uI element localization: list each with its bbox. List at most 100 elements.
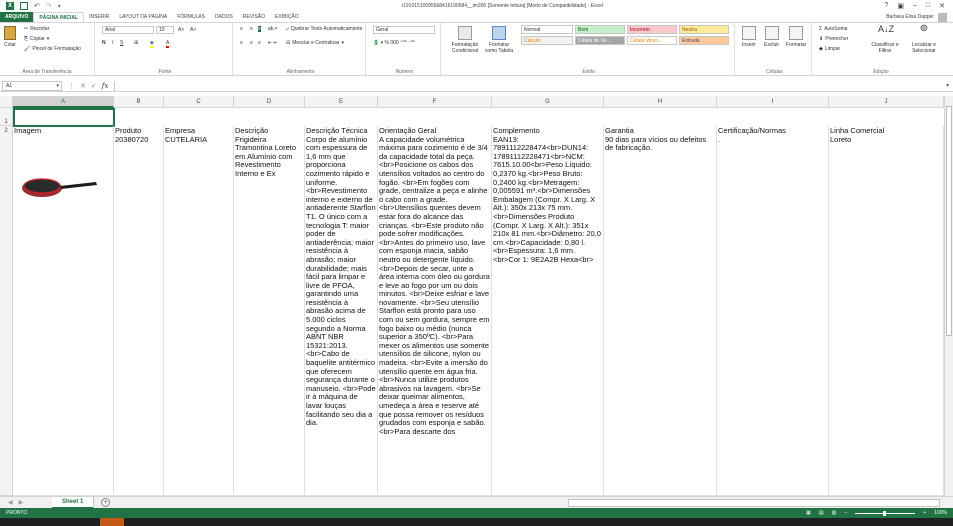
undo-icon[interactable]: ↶ [34, 2, 40, 10]
style-neutral[interactable]: Neutra [679, 25, 729, 34]
merge-center-button[interactable]: ⊟ Mesclar e Centralizar ▾ [286, 40, 344, 46]
sheet-tab-sheet1[interactable]: Sheet 1 [52, 496, 94, 509]
style-linked-cell[interactable]: Célula Vinco... [627, 36, 677, 45]
vertical-scroll-thumb[interactable] [946, 106, 952, 336]
cell-h2[interactable]: Garantia 90 dias para vícios ou defeitos… [604, 126, 717, 496]
tab-formulas[interactable]: FÓRMULAS [172, 12, 210, 22]
zoom-out-icon[interactable]: − [844, 510, 847, 516]
zoom-level[interactable]: 100% [934, 510, 947, 516]
help-icon[interactable]: ? [884, 2, 888, 10]
fill-color-button[interactable]: ◈ [150, 40, 154, 48]
close-button[interactable]: ✕ [939, 2, 945, 10]
align-bottom-button[interactable]: ≡ [258, 26, 261, 32]
conditional-format-button[interactable]: Formatação Condicional [447, 26, 483, 54]
copy-button[interactable]: ⎘ Copiar ▾ [24, 36, 49, 42]
normal-view-icon[interactable]: ▦ [806, 510, 811, 516]
wrap-text-button[interactable]: ⤶ Quebrar Texto Automaticamente [286, 26, 362, 32]
zoom-slider-knob[interactable] [883, 510, 887, 516]
column-header-a[interactable]: A [13, 96, 114, 108]
column-header-j[interactable]: J [829, 96, 944, 108]
horizontal-scrollbar[interactable] [568, 499, 940, 507]
enter-icon[interactable]: ✓ [91, 82, 97, 90]
align-top-button[interactable]: ≡ [240, 26, 243, 32]
column-header-d[interactable]: D [234, 96, 305, 108]
delete-cells-button[interactable]: Excluir [764, 26, 779, 48]
frying-pan-image[interactable] [20, 174, 100, 204]
next-sheet-icon[interactable]: ▶ [19, 499, 24, 506]
expand-formula-icon[interactable]: ▾ [942, 82, 953, 89]
worksheet-grid[interactable]: A B C D E F G H I J 1 2 Imagem Produto 2… [0, 96, 944, 496]
prev-sheet-icon[interactable]: ◀ [8, 499, 13, 506]
font-color-button[interactable]: A [166, 40, 170, 48]
column-header-b[interactable]: B [114, 96, 164, 108]
minimize-button[interactable]: – [913, 2, 917, 10]
column-header-f[interactable]: F [378, 96, 492, 108]
number-format-buttons[interactable]: 💲 ▾ % 000 ⁺⁰⁰ ⁻⁰⁰ [373, 40, 415, 46]
cell-d2[interactable]: Descrição Frigideira Tramontina Loreto e… [234, 126, 305, 496]
cell-g2[interactable]: Complemento EAN13: 7891112228474<br>DUN1… [492, 126, 604, 496]
cell-f2[interactable]: Orientação Geral A capacidade volumétric… [378, 126, 492, 496]
underline-button[interactable]: S [120, 40, 123, 46]
autosum-button[interactable]: Σ AutoSoma [819, 26, 847, 32]
tab-home[interactable]: PÁGINA INICIAL [33, 12, 85, 22]
maximize-button[interactable]: □ [926, 2, 930, 10]
cut-button[interactable]: ✂ Recortar [24, 26, 49, 32]
insert-cells-button[interactable]: Inserir [742, 26, 756, 48]
column-header-e[interactable]: E [305, 96, 378, 108]
column-header-g[interactable]: G [492, 96, 604, 108]
cancel-icon[interactable]: ✕ [80, 82, 86, 90]
sort-filter-button[interactable]: A↓Z Classificar e Filtrar [867, 25, 903, 55]
number-format-select[interactable]: Geral [373, 26, 435, 34]
format-cells-button[interactable]: Formatar [786, 26, 806, 48]
cell-b2[interactable]: Produto 20380720 [114, 126, 164, 496]
clear-button[interactable]: ◆ Limpar [819, 46, 840, 52]
ribbon-display-icon[interactable]: ▣ [897, 2, 904, 10]
tab-insert[interactable]: INSERIR [84, 12, 114, 22]
font-name-select[interactable]: Arial [102, 26, 154, 34]
redo-icon[interactable]: ↷ [46, 2, 52, 10]
font-grow-button[interactable]: A˄ [178, 27, 184, 33]
tab-page-layout[interactable]: LAYOUT DA PÁGINA [114, 12, 172, 22]
column-header-c[interactable]: C [164, 96, 234, 108]
column-header-h[interactable]: H [604, 96, 717, 108]
align-right-button[interactable]: ≡ [258, 40, 261, 46]
select-all-corner[interactable] [0, 96, 13, 108]
taskbar-app-item[interactable] [100, 518, 124, 526]
zoom-in-icon[interactable]: + [923, 510, 926, 516]
name-box[interactable]: A1 ▾ [2, 80, 62, 91]
cell-c2[interactable]: Empresa CUTELARIA [164, 126, 234, 496]
tab-view[interactable]: EXIBIÇÃO [270, 12, 304, 22]
formula-input[interactable] [114, 80, 942, 91]
style-normal[interactable]: Normal [521, 25, 573, 34]
align-left-button[interactable]: ≡ [240, 40, 243, 46]
tab-file[interactable]: ARQUIVO [0, 12, 34, 22]
customize-qat-icon[interactable]: ▾ [58, 3, 61, 10]
bold-button[interactable]: N [102, 40, 106, 46]
font-shrink-button[interactable]: A˅ [190, 27, 196, 33]
style-bad[interactable]: Incorreto [627, 25, 677, 34]
page-layout-view-icon[interactable]: ▤ [819, 510, 824, 516]
insert-function-button[interactable]: fx [102, 82, 109, 90]
align-middle-button[interactable]: ≡ [250, 26, 253, 32]
format-painter-button[interactable]: 🖌 Pincel de Formatação [24, 46, 81, 52]
font-size-select[interactable]: 10 [156, 26, 174, 34]
align-center-button[interactable]: ≡ [250, 40, 253, 46]
column-header-i[interactable]: I [717, 96, 829, 108]
find-select-button[interactable]: ⊚ Localizar e Selecionar [905, 24, 943, 55]
indent-button[interactable]: ⇤⇥ [268, 40, 276, 46]
style-input[interactable]: Entrada [679, 36, 729, 45]
style-check-cell[interactable]: Célula de Ve... [575, 36, 625, 45]
style-calculation[interactable]: Cálculo [521, 36, 573, 45]
cell-i2[interactable]: Certificação/Normas . [717, 126, 829, 496]
user-account[interactable]: Barbara Elisa Dapper [886, 12, 953, 22]
italic-button[interactable]: I [112, 40, 113, 46]
cell-j2[interactable]: Linha Comercial Loreto [829, 126, 944, 496]
fill-button[interactable]: ⬇ Preencher [819, 36, 848, 42]
vertical-scrollbar[interactable] [944, 96, 953, 496]
borders-button[interactable]: ⊞ [134, 40, 138, 46]
format-as-table-button[interactable]: Formatar como Tabela [483, 26, 515, 54]
row-header-2[interactable]: 2 [0, 126, 13, 496]
paste-button[interactable]: Colar [4, 26, 16, 48]
row-header-1[interactable]: 1 [0, 108, 13, 126]
tab-review[interactable]: REVISÃO [238, 12, 270, 22]
